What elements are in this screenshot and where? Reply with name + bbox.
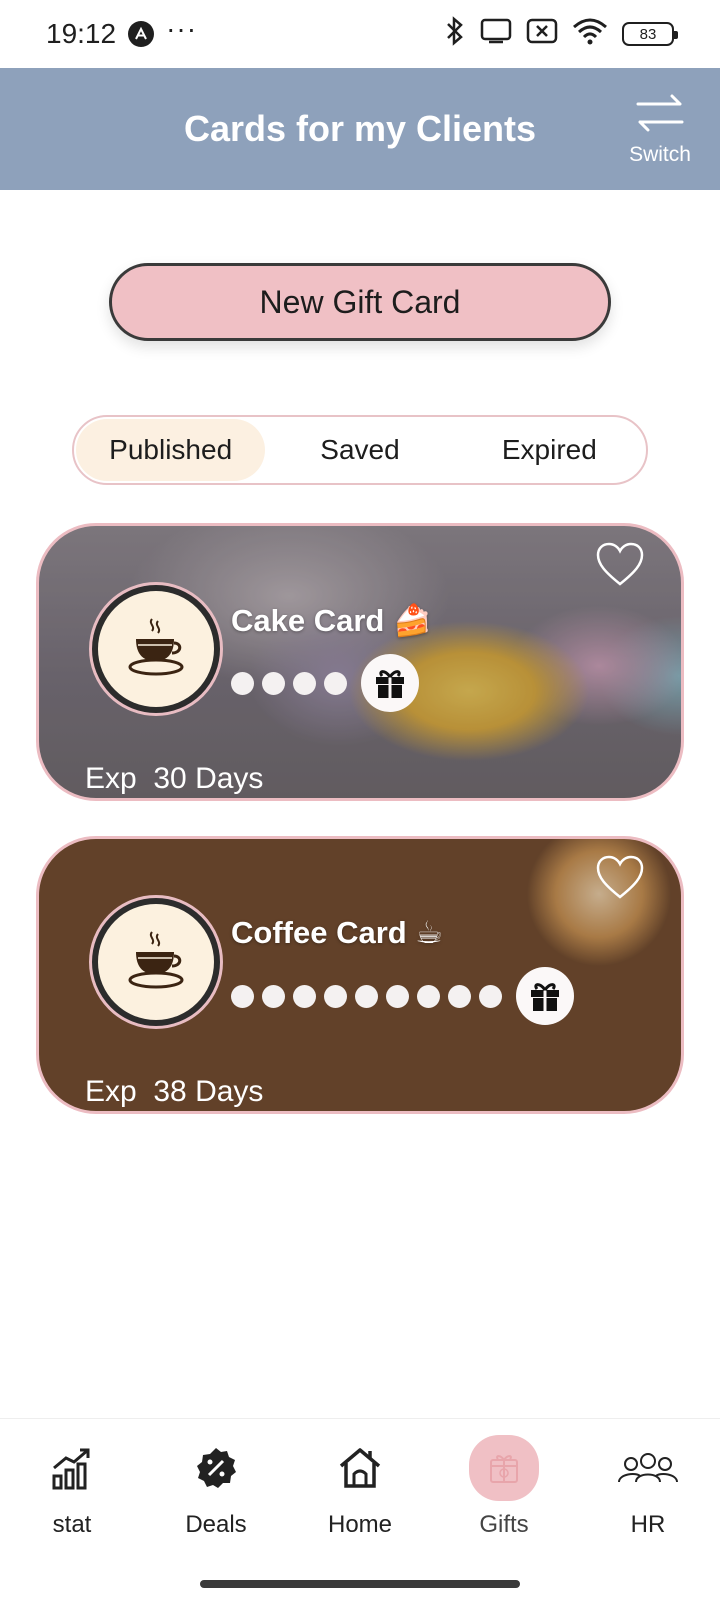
nav-label: Home (327, 1511, 393, 1538)
stamp-dot (355, 984, 378, 1008)
nav-item-stat[interactable]: stat (0, 1419, 144, 1566)
nav-label: stat (52, 1511, 92, 1538)
status-tabs: Published Saved Expired (72, 415, 648, 485)
coffee-cup-logo-icon (124, 615, 188, 684)
status-right: 83 (444, 15, 678, 53)
discount-badge-icon (181, 1435, 251, 1501)
status-time: 19:12 (46, 18, 117, 49)
stamp-dot (324, 671, 347, 695)
nav-item-deals[interactable]: Deals (144, 1419, 288, 1566)
stamp-dot (293, 671, 316, 695)
bottom-navigation: stat Deals Home Gifts HR (0, 1418, 720, 1566)
sim-off-icon (526, 18, 558, 51)
stamp-dot (262, 671, 285, 695)
gift-box-icon (469, 1435, 539, 1501)
nav-item-gifts[interactable]: Gifts (432, 1419, 576, 1566)
cast-icon (480, 18, 512, 51)
switch-button[interactable]: Switch (620, 92, 700, 172)
status-left: 19:12 ··· (46, 13, 198, 50)
card-title: Cake Card 🍰 (231, 603, 432, 638)
business-logo (89, 582, 223, 716)
tab-expired[interactable]: Expired (455, 419, 644, 481)
stamp-dot (448, 984, 471, 1008)
bluetooth-icon (444, 15, 466, 53)
nav-label: HR (630, 1511, 666, 1538)
app-notification-icon (128, 21, 155, 47)
gift-card-cake[interactable]: Cake Card 🍰 Exp 30 Days (36, 523, 684, 801)
switch-label: Switch (629, 143, 691, 166)
stamp-row (231, 654, 419, 712)
stamp-dot (293, 984, 316, 1008)
gesture-home-indicator[interactable] (200, 1580, 520, 1588)
switch-arrows-icon (634, 92, 686, 141)
reward-gift-icon (361, 654, 419, 712)
favorite-heart-icon[interactable] (595, 542, 645, 588)
business-logo (89, 895, 223, 1029)
nav-label: Deals (185, 1511, 247, 1538)
nav-item-home[interactable]: Home (288, 1419, 432, 1566)
home-icon (325, 1435, 395, 1501)
card-expiry: Exp 38 Days (85, 1075, 264, 1108)
tab-published[interactable]: Published (76, 419, 266, 481)
stats-chart-icon (37, 1435, 107, 1501)
stamp-dot (386, 984, 409, 1008)
stamp-dot (231, 671, 254, 695)
stamp-dot (262, 984, 285, 1008)
more-notifications-icon: ··· (166, 13, 198, 44)
status-bar: 19:12 ··· 83 (0, 0, 720, 68)
app-header: Cards for my Clients Switch (0, 68, 720, 190)
card-title: Coffee Card ☕ (231, 915, 444, 950)
gift-card-coffee[interactable]: Coffee Card ☕ Exp 38 Days (36, 836, 684, 1114)
coffee-cup-logo-icon (124, 928, 188, 997)
favorite-heart-icon[interactable] (595, 855, 645, 901)
stamp-row (231, 967, 574, 1025)
new-gift-card-button[interactable]: New Gift Card (109, 263, 611, 341)
nav-item-hr[interactable]: HR (576, 1419, 720, 1566)
tab-saved[interactable]: Saved (265, 419, 454, 481)
stamp-dot (417, 984, 440, 1008)
nav-label: Gifts (479, 1511, 529, 1538)
stamp-dot (231, 984, 254, 1008)
page-title: Cards for my Clients (183, 108, 537, 149)
stamp-dot (479, 984, 502, 1008)
stamp-dot (324, 984, 347, 1008)
wifi-icon (572, 17, 608, 52)
battery-icon: 83 (622, 22, 678, 46)
people-group-icon (613, 1435, 683, 1501)
reward-gift-icon (516, 967, 574, 1025)
card-expiry: Exp 30 Days (85, 762, 264, 795)
